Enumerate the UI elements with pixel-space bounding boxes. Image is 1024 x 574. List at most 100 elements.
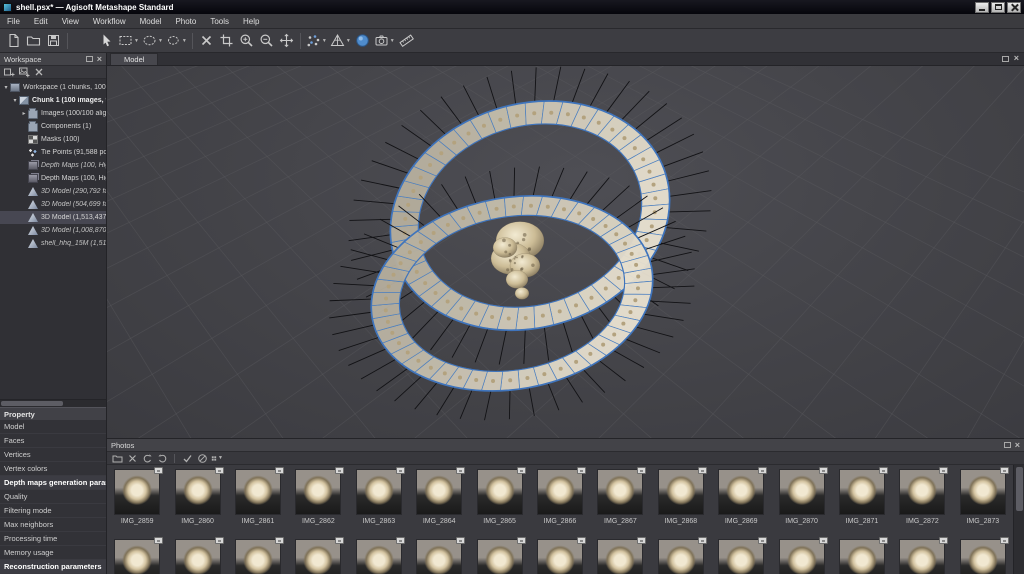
photo-thumbnail[interactable] <box>469 535 529 574</box>
menu-item-photo[interactable]: Photo <box>168 14 203 28</box>
property-section-header[interactable]: Reconstruction parameters <box>0 560 106 574</box>
tree-item[interactable]: ▾Chunk 1 (100 images, 91,588 points) <box>0 94 106 107</box>
photo-image[interactable] <box>296 540 340 574</box>
freeform-selection-button[interactable]: ▼ <box>165 31 188 51</box>
photo-thumbnail[interactable]: IMG_2859 <box>107 465 167 535</box>
tree-item[interactable]: shell_hhq_15M (1,513,437 <box>0 237 106 250</box>
photo-image[interactable] <box>538 470 582 514</box>
photo-image[interactable] <box>357 470 401 514</box>
photo-thumbnail[interactable]: IMG_2861 <box>228 465 288 535</box>
property-row[interactable]: Memory usage <box>0 546 106 560</box>
photo-thumbnail[interactable] <box>349 535 409 574</box>
workspace-horizontal-scrollbar[interactable] <box>0 399 106 407</box>
property-row[interactable]: Model <box>0 420 106 434</box>
close-pane-icon[interactable]: × <box>1014 55 1019 62</box>
photo-thumbnail[interactable] <box>107 535 167 574</box>
photo-thumbnail[interactable]: IMG_2868 <box>651 465 711 535</box>
tree-item[interactable]: ▸Images (100/100 aligned) <box>0 107 106 120</box>
property-row[interactable]: Max neighbors <box>0 518 106 532</box>
photo-image[interactable] <box>719 470 763 514</box>
float-panel-icon[interactable] <box>1004 442 1011 448</box>
close-panel-icon[interactable]: × <box>1015 442 1020 449</box>
photo-thumbnail[interactable] <box>167 535 227 574</box>
photo-image[interactable] <box>840 470 884 514</box>
circle-selection-button[interactable]: ▼ <box>141 31 164 51</box>
disable-photo-button[interactable] <box>196 453 208 464</box>
photo-image[interactable] <box>780 540 824 574</box>
photo-thumbnail[interactable]: IMG_2864 <box>409 465 469 535</box>
add-chunk-button[interactable] <box>3 67 15 78</box>
photo-image[interactable] <box>236 540 280 574</box>
photo-image[interactable] <box>840 540 884 574</box>
scrollbar-thumb[interactable] <box>1 401 63 406</box>
close-panel-icon[interactable]: × <box>97 56 102 63</box>
photo-image[interactable] <box>900 540 944 574</box>
open-photo-button[interactable] <box>111 453 123 464</box>
property-row[interactable]: Faces <box>0 434 106 448</box>
tree-item[interactable]: Components (1) <box>0 120 106 133</box>
scrollbar-thumb[interactable] <box>1016 467 1023 511</box>
photo-image[interactable] <box>176 470 220 514</box>
ruler-button[interactable] <box>397 31 416 51</box>
view-mode-button[interactable]: ▼ <box>211 453 223 464</box>
photo-image[interactable] <box>780 470 824 514</box>
menu-item-view[interactable]: View <box>55 14 86 28</box>
property-row[interactable]: Filtering mode <box>0 504 106 518</box>
photo-thumbnail[interactable] <box>711 535 771 574</box>
photo-image[interactable] <box>538 540 582 574</box>
photo-thumbnail[interactable]: IMG_2863 <box>349 465 409 535</box>
rotate-left-button[interactable] <box>141 453 153 464</box>
photo-thumbnail[interactable] <box>651 535 711 574</box>
photo-image[interactable] <box>659 540 703 574</box>
photo-image[interactable] <box>176 540 220 574</box>
property-row[interactable]: Vertex colors <box>0 462 106 476</box>
move-object-button[interactable] <box>277 31 296 51</box>
photos-scrollbar[interactable] <box>1013 465 1024 574</box>
photo-thumbnail[interactable] <box>892 535 952 574</box>
navigation-mode-button[interactable] <box>353 31 372 51</box>
tree-item[interactable]: ▾Workspace (1 chunks, 100 images) <box>0 81 106 94</box>
remove-photo-button[interactable] <box>126 453 138 464</box>
photo-image[interactable] <box>900 470 944 514</box>
close-button[interactable] <box>1007 2 1021 13</box>
photo-thumbnail[interactable] <box>590 535 650 574</box>
photo-image[interactable] <box>115 470 159 514</box>
tree-item[interactable]: 3D Model (290,792 faces, H <box>0 185 106 198</box>
photo-thumbnail[interactable]: IMG_2867 <box>590 465 650 535</box>
rotate-right-button[interactable] <box>156 453 168 464</box>
tree-item[interactable]: 3D Model (1,513,437 faces, <box>0 211 106 224</box>
expander-icon[interactable]: ▾ <box>11 97 19 104</box>
menu-item-workflow[interactable]: Workflow <box>86 14 133 28</box>
photo-image[interactable] <box>598 540 642 574</box>
delete-selection-button[interactable] <box>197 31 216 51</box>
photo-thumbnail[interactable] <box>530 535 590 574</box>
resize-region-button[interactable] <box>217 31 236 51</box>
photo-image[interactable] <box>961 540 1005 574</box>
photo-image[interactable] <box>296 470 340 514</box>
property-row[interactable]: Quality <box>0 490 106 504</box>
photo-thumbnail[interactable]: IMG_2871 <box>832 465 892 535</box>
photo-thumbnail[interactable]: IMG_2869 <box>711 465 771 535</box>
photo-thumbnail[interactable]: IMG_2872 <box>892 465 952 535</box>
photo-image[interactable] <box>598 470 642 514</box>
float-panel-icon[interactable] <box>86 56 93 62</box>
photo-image[interactable] <box>719 540 763 574</box>
menu-item-file[interactable]: File <box>0 14 27 28</box>
photo-image[interactable] <box>478 470 522 514</box>
tree-item[interactable]: Depth Maps (100, High quality) <box>0 172 106 185</box>
property-row[interactable]: Processing time <box>0 532 106 546</box>
enable-photo-button[interactable] <box>181 453 193 464</box>
tree-item[interactable]: 3D Model (1,008,870 faces, <box>0 224 106 237</box>
mesh-view-button[interactable]: ▼ <box>329 31 352 51</box>
photo-thumbnail[interactable] <box>228 535 288 574</box>
expander-icon[interactable]: ▸ <box>20 110 28 117</box>
photo-image[interactable] <box>115 540 159 574</box>
photo-image[interactable] <box>417 540 461 574</box>
photo-thumbnail[interactable] <box>953 535 1013 574</box>
rectangle-selection-button[interactable]: ▼ <box>117 31 140 51</box>
select-arrow-button[interactable] <box>97 31 116 51</box>
photo-thumbnail[interactable] <box>771 535 831 574</box>
photo-image[interactable] <box>961 470 1005 514</box>
photo-thumbnail[interactable]: IMG_2860 <box>167 465 227 535</box>
zoom-in-button[interactable] <box>237 31 256 51</box>
